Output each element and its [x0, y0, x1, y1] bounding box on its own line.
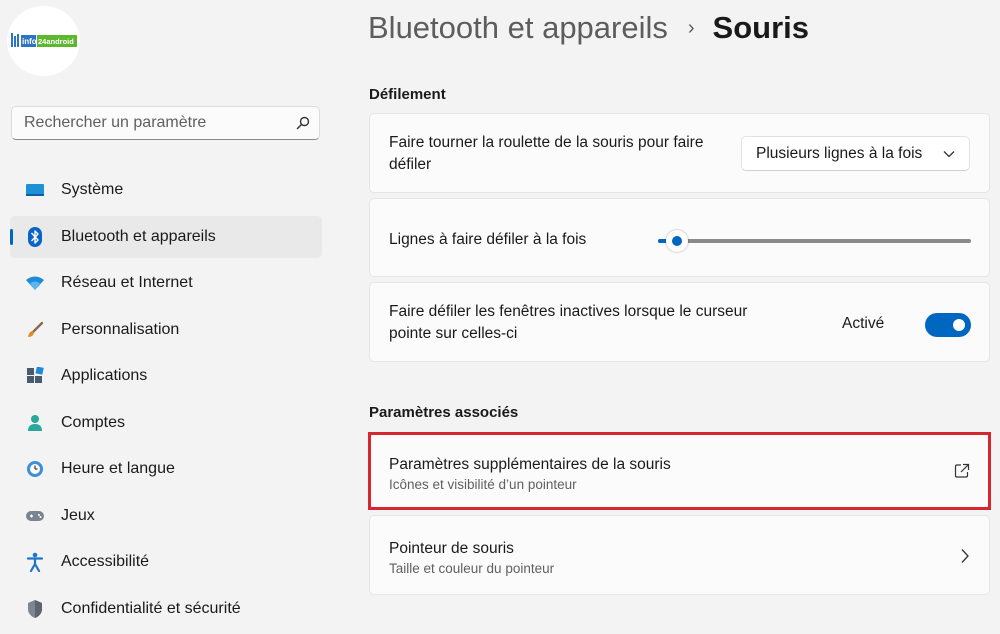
breadcrumb: Bluetooth et appareils › Souris	[368, 6, 809, 50]
section-title-scrolling: Défilement	[369, 86, 446, 103]
breadcrumb-parent[interactable]: Bluetooth et appareils	[368, 10, 668, 46]
scroll-lines-card: Lignes à faire défiler à la fois	[369, 198, 990, 277]
sidebar-item-label: Accessibilité	[61, 553, 150, 570]
toggle-state-label: Activé	[842, 315, 885, 332]
sidebar-item-bluetooth[interactable]: Bluetooth et appareils	[10, 215, 322, 258]
wheel-scroll-card: Faire tourner la roulette de la souris p…	[369, 113, 990, 193]
sidebar-item-heure-langue[interactable]: Heure et langue	[10, 448, 322, 490]
sidebar-item-reseau[interactable]: Réseau et Internet	[10, 262, 322, 304]
search-box	[11, 106, 320, 140]
wheel-scroll-label: Faire tourner la roulette de la souris p…	[389, 134, 704, 173]
sidebar-nav: Système Bluetooth et appareils Réseau et…	[10, 169, 322, 634]
slider-track	[658, 239, 971, 243]
search-input[interactable]	[12, 107, 287, 139]
sidebar-item-label: Réseau et Internet	[61, 274, 193, 291]
slider-thumb[interactable]	[665, 230, 688, 252]
additional-mouse-settings-subtitle: Icônes et visibilité d’un pointeur	[389, 477, 577, 492]
scroll-lines-slider[interactable]	[658, 230, 971, 252]
avatar[interactable]: info 24android	[7, 6, 80, 76]
mouse-pointer-text: Pointeur de souris Taille et couleur du …	[389, 538, 554, 578]
sidebar-item-label: Jeux	[61, 506, 95, 524]
sidebar-item-applications[interactable]: Applications	[10, 355, 322, 397]
external-link-icon[interactable]	[954, 463, 970, 479]
sidebar-item-accessibilite[interactable]: Accessibilité	[10, 541, 322, 583]
sidebar-item-comptes[interactable]: Comptes	[10, 402, 322, 444]
additional-mouse-settings-title: Paramètres supplémentaires de la souris	[389, 456, 671, 473]
page-title: Souris	[712, 10, 810, 45]
sidebar-item-label: Confidentialité et sécurité	[61, 599, 241, 617]
sidebar-item-label: Système	[61, 181, 124, 198]
accessibility-icon	[23, 552, 47, 572]
brush-icon	[23, 320, 47, 340]
sidebar-item-label: Bluetooth et appareils	[61, 227, 216, 245]
breadcrumb-separator: ›	[687, 16, 695, 39]
mouse-pointer-card[interactable]: Pointeur de souris Taille et couleur du …	[369, 515, 990, 595]
sidebar-item-label: Applications	[61, 367, 148, 384]
monitor-icon	[23, 180, 47, 200]
inactive-scroll-card: Faire défiler les fenêtres inactives lor…	[369, 282, 990, 362]
dropdown-selected-value: Plusieurs lignes à la fois	[756, 144, 923, 162]
search-icon[interactable]	[287, 116, 319, 130]
chevron-down-icon	[943, 145, 955, 163]
sidebar-item-systeme[interactable]: Système	[10, 169, 322, 211]
shield-icon	[23, 599, 47, 619]
bluetooth-icon	[23, 226, 47, 247]
sidebar-item-jeux[interactable]: Jeux	[10, 495, 322, 537]
wheel-scroll-dropdown[interactable]: Plusieurs lignes à la fois	[741, 136, 970, 171]
sidebar-item-label: Personnalisation	[61, 320, 180, 338]
site-logo: info 24android	[10, 33, 77, 47]
sidebar: info 24android Système	[0, 0, 340, 628]
apps-icon	[23, 366, 47, 386]
additional-mouse-settings-card[interactable]: Paramètres supplémentaires de la souris …	[369, 434, 990, 508]
scroll-lines-label: Lignes à faire défiler à la fois	[389, 231, 587, 248]
logo-text-android: 24android	[38, 37, 74, 46]
section-title-related: Paramètres associés	[369, 404, 519, 421]
inactive-scroll-toggle[interactable]	[925, 313, 971, 337]
wifi-icon	[23, 273, 47, 293]
logo-text-info: info	[22, 37, 37, 46]
inactive-scroll-label: Faire défiler les fenêtres inactives lor…	[389, 303, 748, 342]
additional-mouse-settings-text: Paramètres supplémentaires de la souris …	[389, 454, 671, 494]
sidebar-item-label: Heure et langue	[61, 460, 175, 477]
sidebar-item-label: Comptes	[61, 413, 126, 431]
mouse-pointer-title: Pointeur de souris	[389, 540, 514, 557]
sidebar-item-personnalisation[interactable]: Personnalisation	[10, 309, 322, 351]
chevron-right-icon[interactable]	[960, 548, 970, 564]
mouse-pointer-subtitle: Taille et couleur du pointeur	[389, 561, 555, 576]
person-icon	[23, 413, 47, 433]
sidebar-item-confidentialite[interactable]: Confidentialité et sécurité	[10, 588, 322, 630]
clock-globe-icon	[23, 459, 47, 479]
gamepad-icon	[23, 506, 47, 526]
